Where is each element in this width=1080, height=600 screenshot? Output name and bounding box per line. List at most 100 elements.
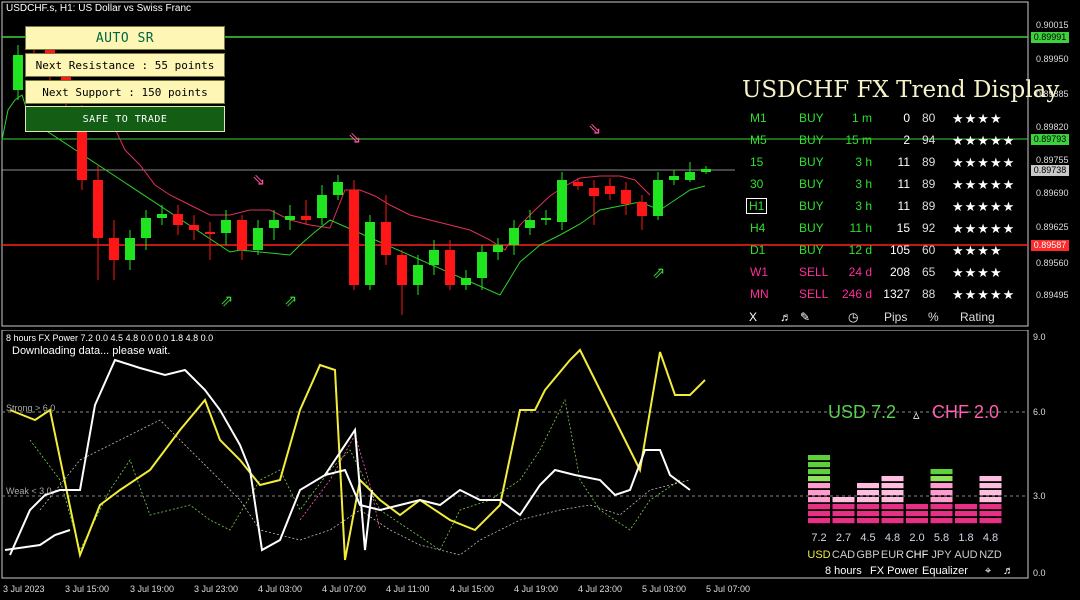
indicator-name: FX Power: [870, 565, 919, 577]
trend-cell-pct: 65: [922, 265, 936, 279]
equalizer-segment: [955, 518, 977, 524]
equalizer-segment: [857, 511, 879, 517]
equalizer-segment: [832, 504, 855, 510]
time-tick: 4 Jul 15:00: [450, 584, 495, 594]
equalizer-segment: [979, 497, 1002, 503]
equalizer-segment: [857, 497, 879, 503]
indicator-status: Downloading data... please wait.: [12, 345, 171, 357]
trend-cell-tf[interactable]: H1: [746, 198, 768, 214]
weak-level-label: Weak < 3.0: [6, 486, 52, 496]
trend-row-d1: D1 BUY 12 d 105 60 ★★★★: [0, 243, 1080, 265]
trend-cell-pct: 60: [922, 243, 936, 257]
currency-label-eur[interactable]: EUR: [881, 549, 905, 561]
mode-selector[interactable]: Equalizer: [922, 565, 968, 577]
equalizer-segment: [930, 511, 953, 517]
equalizer-segment: [955, 511, 977, 517]
music-note-icon[interactable]: ♬: [780, 310, 792, 324]
equalizer-segment: [881, 490, 904, 496]
scale-tick: 3.0: [1033, 491, 1046, 501]
trend-display-title: USDCHF FX Trend Display: [742, 77, 1060, 103]
crosshair-icon[interactable]: ⌖: [985, 565, 991, 578]
trend-row-m5: M5 BUY 15 m 2 94 ★★★★★: [0, 133, 1080, 155]
equalizer-segment: [906, 511, 928, 517]
trend-cell-stars: ★★★★★: [952, 221, 1016, 236]
equalizer-segment: [881, 511, 904, 517]
equalizer-value: 7.2: [811, 532, 827, 544]
equalizer-segment: [832, 511, 855, 517]
time-tick: 3 Jul 15:00: [65, 584, 110, 594]
equalizer-segment: [881, 504, 904, 510]
trend-cell-tf[interactable]: M1: [750, 111, 767, 125]
trend-cell-pips: 11: [897, 177, 910, 191]
trend-cell-stars: ★★★★: [952, 243, 1003, 258]
equalizer-segment: [979, 490, 1002, 496]
next-resistance-label: Next Resistance : 55 points: [35, 58, 215, 72]
currency-label-jpy[interactable]: JPY: [930, 549, 954, 561]
trend-cell-tf[interactable]: M5: [750, 133, 767, 147]
trend-cell-tf[interactable]: W1: [750, 265, 768, 279]
trend-cell-stars: ★★★★: [952, 265, 1003, 280]
next-support-box: Next Support : 150 points: [25, 80, 225, 104]
trend-cell-tf[interactable]: 15: [750, 155, 763, 169]
equalizer-segment: [881, 518, 904, 524]
equalizer-segment: [832, 518, 855, 524]
equalizer-segment: [979, 483, 1002, 489]
period-selector[interactable]: 8 hours: [825, 565, 862, 577]
equalizer-segment: [930, 476, 953, 482]
strong-level-label: Strong > 6.0: [6, 403, 56, 413]
equalizer-segment: [808, 497, 830, 503]
trend-cell-tf[interactable]: D1: [750, 243, 765, 257]
trend-cell-stars: ★★★★★: [952, 199, 1016, 214]
equalizer-segment: [857, 518, 879, 524]
time-tick: 4 Jul 19:00: [514, 584, 559, 594]
currency-label-cad[interactable]: CAD: [832, 549, 856, 561]
equalizer-segment: [906, 518, 928, 524]
time-tick: 3 Jul 19:00: [130, 584, 175, 594]
equalizer-segment: [832, 497, 855, 503]
equalizer-segment: [955, 504, 977, 510]
music-note-icon[interactable]: ♬: [1003, 565, 1014, 577]
currency-label-usd[interactable]: USD: [807, 549, 831, 561]
equalizer-segment: [930, 504, 953, 510]
equalizer-segment: [881, 476, 904, 482]
currency-label-aud[interactable]: AUD: [954, 549, 978, 561]
trend-cell-tf[interactable]: 30: [750, 177, 763, 191]
clock-icon[interactable]: ◷: [848, 310, 858, 324]
trend-footer: X ♬ ✎ ◷ Pips % Rating: [0, 310, 1080, 332]
resistance-price-label: 0.89991: [1031, 32, 1069, 43]
scale-tick: 0.0: [1033, 568, 1046, 578]
time-tick: 4 Jul 07:00: [322, 584, 367, 594]
percent-header: %: [928, 310, 939, 324]
currency-label-nzd[interactable]: NZD: [979, 549, 1003, 561]
trend-cell-pct: 89: [922, 199, 936, 213]
equalizer-value: 4.8: [982, 532, 999, 544]
trend-cell-pct: 89: [922, 177, 936, 191]
auto-sr-label: AUTO SR: [95, 30, 155, 46]
price-tick: 0.90015: [1036, 20, 1069, 30]
time-tick: 3 Jul 2023: [3, 584, 45, 594]
equalizer-segment: [808, 462, 830, 468]
equalizer-value: 4.5: [860, 532, 876, 544]
equalizer-segment: [808, 483, 830, 489]
trend-cell-pips: 105: [889, 243, 910, 257]
pen-icon[interactable]: ✎: [800, 310, 810, 324]
equalizer-segment: [930, 490, 953, 496]
auto-sr-title[interactable]: AUTO SR: [25, 26, 225, 50]
close-icon[interactable]: X: [749, 310, 757, 324]
equalizer-segment: [979, 511, 1002, 517]
scale-tick: 6.0: [1033, 407, 1046, 417]
currency-label-gbp[interactable]: GBP: [856, 549, 880, 561]
trend-cell-pips: 2: [903, 133, 910, 147]
equalizer-segment: [881, 483, 904, 489]
trend-cell-tf[interactable]: MN: [750, 287, 769, 301]
trend-cell-pips: 11: [897, 199, 910, 213]
equalizer-segment: [857, 504, 879, 510]
equalizer-segment: [906, 504, 928, 510]
trend-cell-tf[interactable]: H4: [750, 221, 765, 235]
currency-label-chf[interactable]: CHF: [905, 549, 929, 561]
candle-body: [13, 55, 23, 90]
pair-arrow-icon: ▵: [913, 407, 920, 422]
trend-row-h1: H1 BUY 3 h 11 89 ★★★★★: [0, 198, 1080, 221]
equalizer-segment: [930, 518, 953, 524]
trend-row-h4: H4 BUY 11 h 15 92 ★★★★★: [0, 221, 1080, 243]
